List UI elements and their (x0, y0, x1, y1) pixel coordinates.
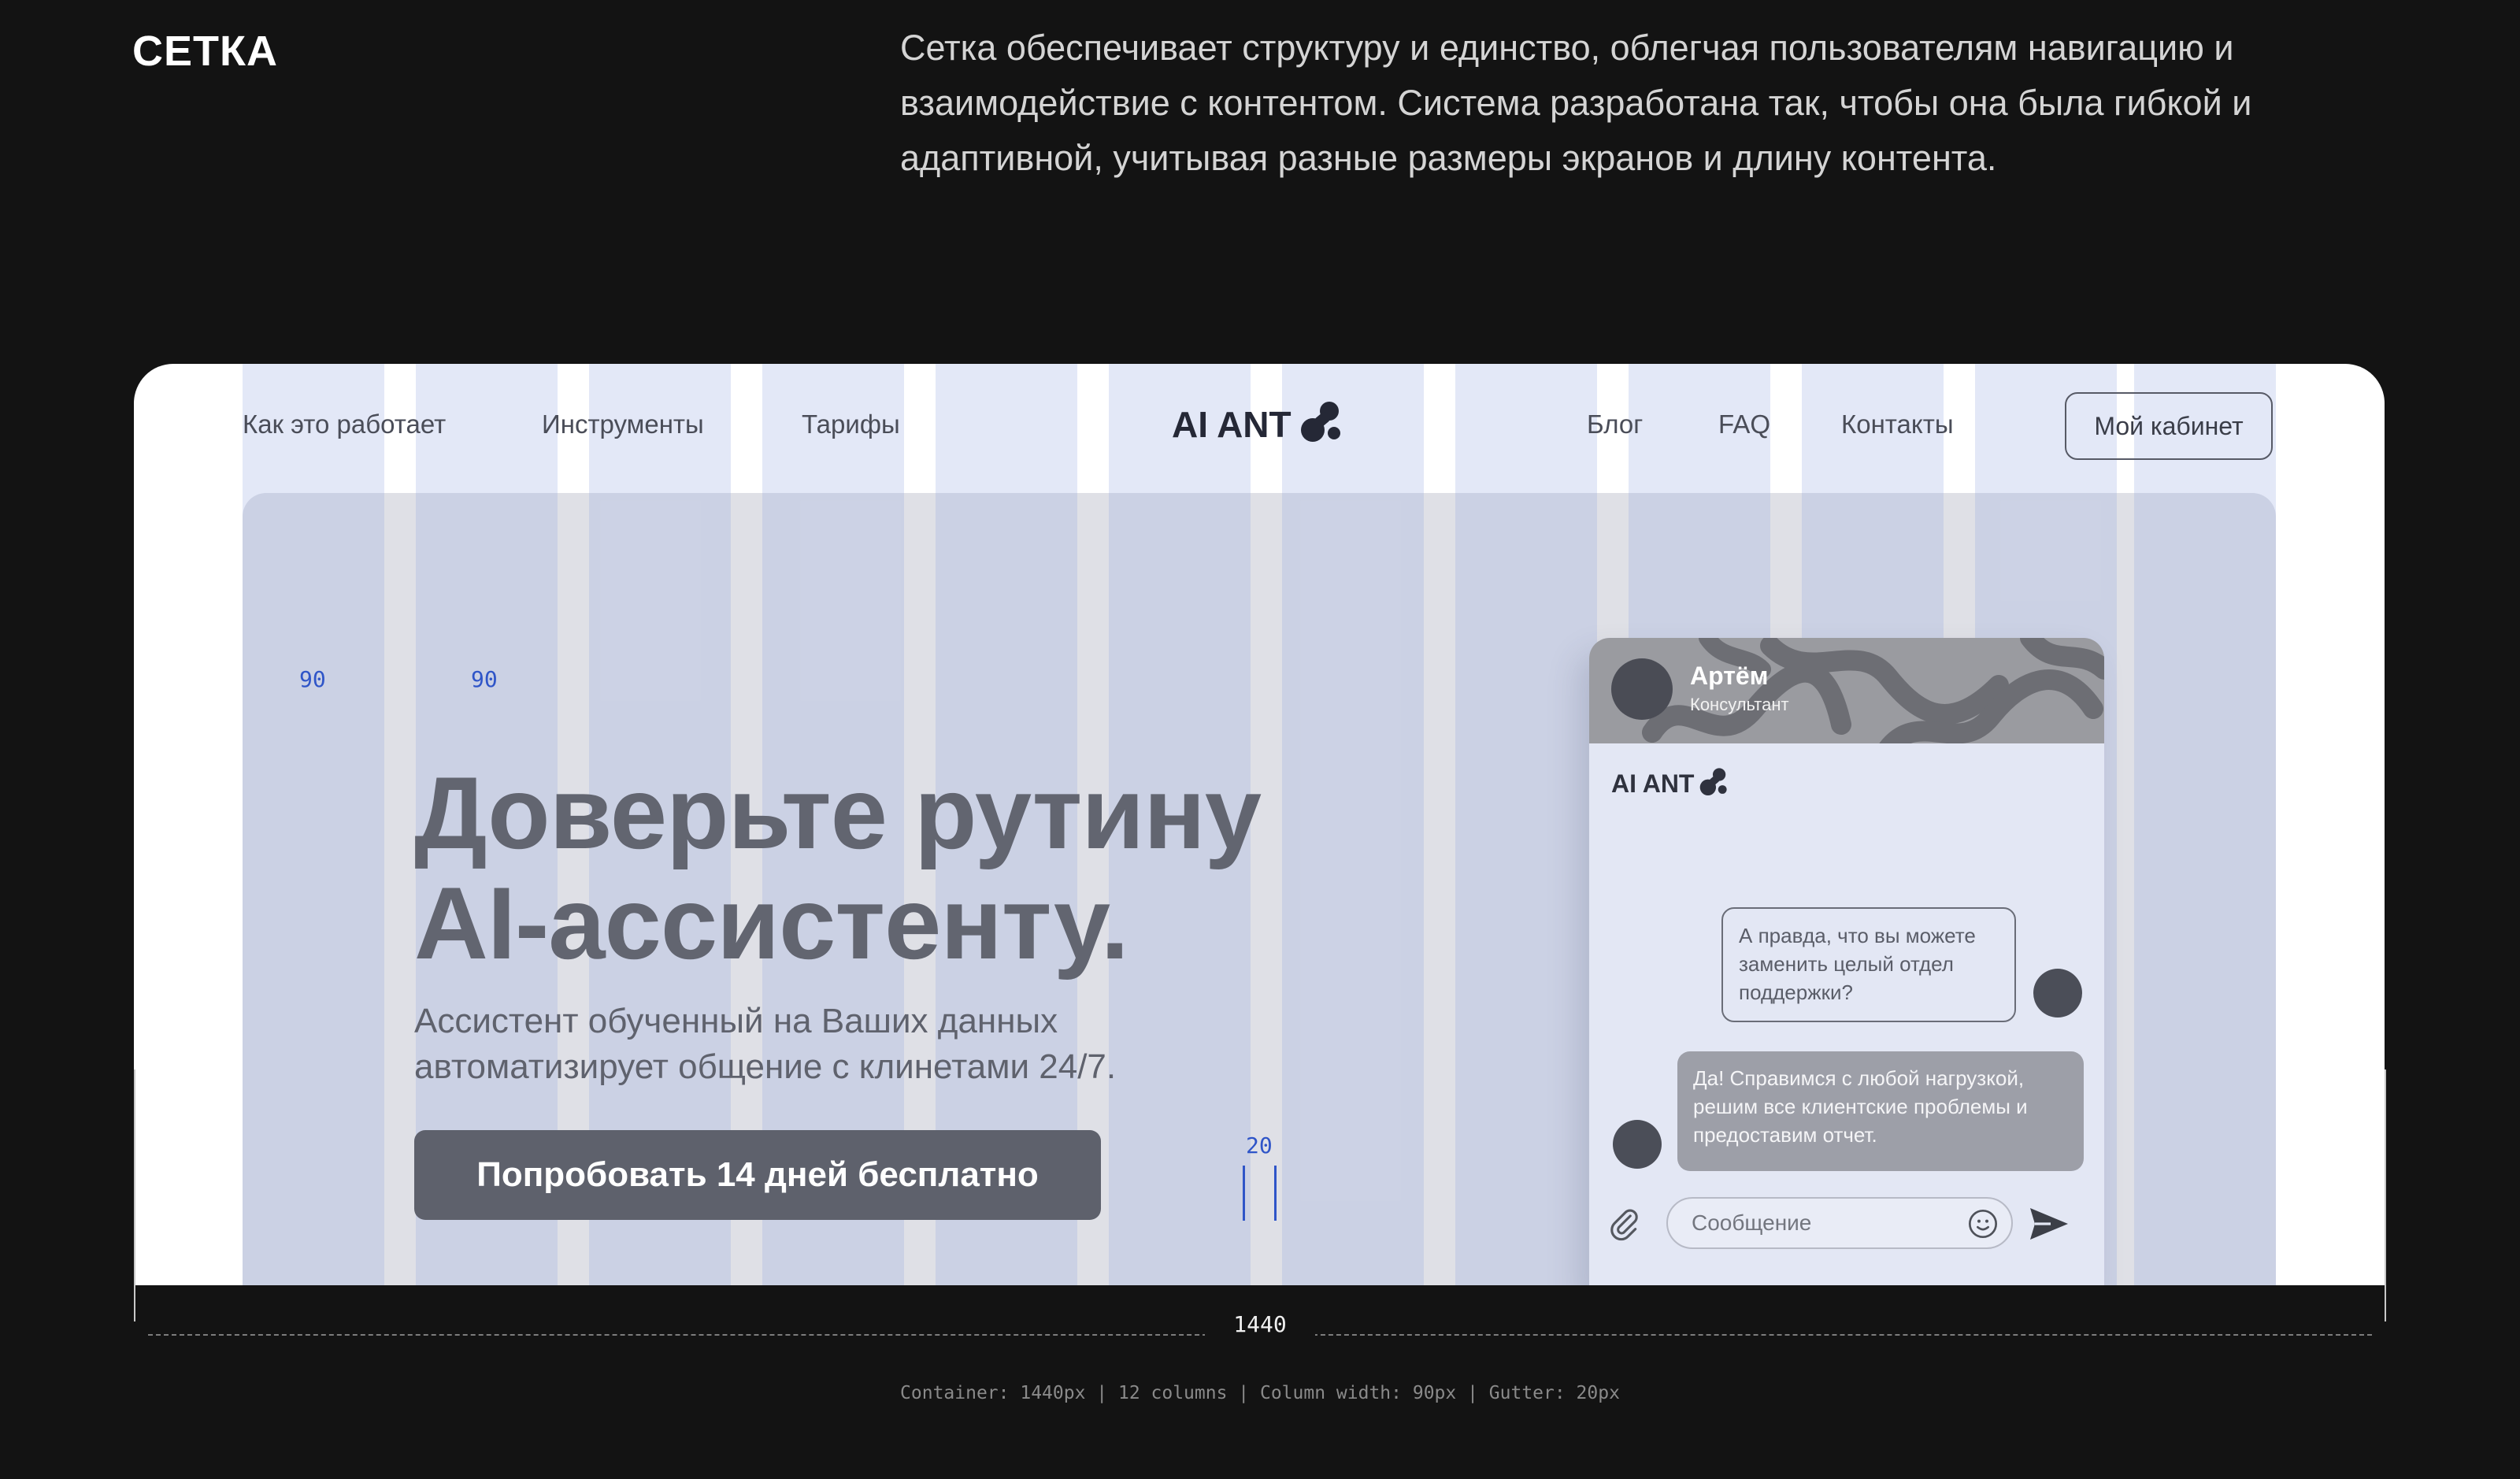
brand-name: AI ANT (1172, 403, 1292, 445)
hero-headline-line: Доверьте рутину (414, 755, 1262, 870)
grid-column (243, 364, 384, 1285)
chat-header: Артём Консультант (1589, 638, 2104, 743)
ant-logo-icon (1299, 400, 1345, 448)
grid-column (2134, 364, 2276, 1285)
nav-link-contacts[interactable]: Контакты (1841, 410, 1954, 439)
nav-link-pricing[interactable]: Тарифы (802, 410, 900, 439)
agent-name: Артём (1690, 662, 1769, 690)
column-width-label: 90 (471, 666, 498, 692)
gutter-marker (1243, 1166, 1245, 1221)
gutter-marker (1274, 1166, 1277, 1221)
message-input[interactable] (1666, 1197, 2013, 1249)
nav-link-blog[interactable]: Блог (1587, 410, 1643, 439)
user-message: А правда, что вы можете заменить целый о… (1721, 907, 2016, 1022)
section-title: СЕТКА (132, 28, 278, 75)
send-arrow-icon[interactable] (2029, 1207, 2070, 1245)
grid-spec-caption: Container: 1440px | 12 columns | Column … (900, 1383, 1620, 1403)
container-edge-right (2385, 1069, 2386, 1321)
gutter-width-label: 20 (1246, 1132, 1273, 1158)
hero-headline: Доверьте рутину AI-ассистенту. (414, 755, 1262, 980)
agent-role: Консультант (1690, 695, 1789, 714)
container-edge-left (134, 1069, 135, 1321)
bot-message: Да! Справимся с любой нагрузкой, решим в… (1677, 1051, 2084, 1171)
hero-subtext: Ассистент обученный на Ваших данных авто… (414, 999, 1280, 1090)
chat-brand-name: AI ANT (1611, 769, 1695, 798)
container-width-label: 1440 (1205, 1311, 1315, 1337)
hero-subtext-line: Ассистент обученный на Ваших данных (414, 1002, 1058, 1040)
brand-logo[interactable]: AI ANT (1172, 400, 1345, 448)
paperclip-icon[interactable] (1606, 1205, 1641, 1247)
free-trial-button[interactable]: Попробовать 14 дней бесплатно (414, 1130, 1101, 1220)
nav-link-tools[interactable]: Инструменты (542, 410, 704, 439)
my-account-button[interactable]: Мой кабинет (2065, 392, 2273, 460)
user-avatar (2033, 969, 2082, 1018)
website-mockup: Как это работает Инструменты Тарифы AI A… (134, 364, 2385, 1285)
agent-avatar (1611, 658, 1673, 720)
bot-avatar (1613, 1120, 1662, 1169)
hero-subtext-line: автоматизирует общение с клинетами 24/7. (414, 1047, 1117, 1086)
chat-brand-logo: AI ANT (1611, 767, 1730, 801)
nav-link-faq[interactable]: FAQ (1718, 410, 1770, 439)
nav-link-how-it-works[interactable]: Как это работает (243, 410, 446, 439)
smiley-icon[interactable] (1967, 1208, 1999, 1244)
section-intro: Сетка обеспечивает структуру и единство,… (900, 28, 2252, 178)
chat-widget: Артём Консультант AI ANT А правда, что в… (1589, 638, 2104, 1285)
grid-column (1455, 364, 1597, 1285)
hero-headline-line: AI-ассистенту. (414, 866, 1129, 980)
column-width-label: 90 (299, 666, 326, 692)
ant-logo-icon (1699, 767, 1730, 801)
grid-column (1282, 364, 1424, 1285)
